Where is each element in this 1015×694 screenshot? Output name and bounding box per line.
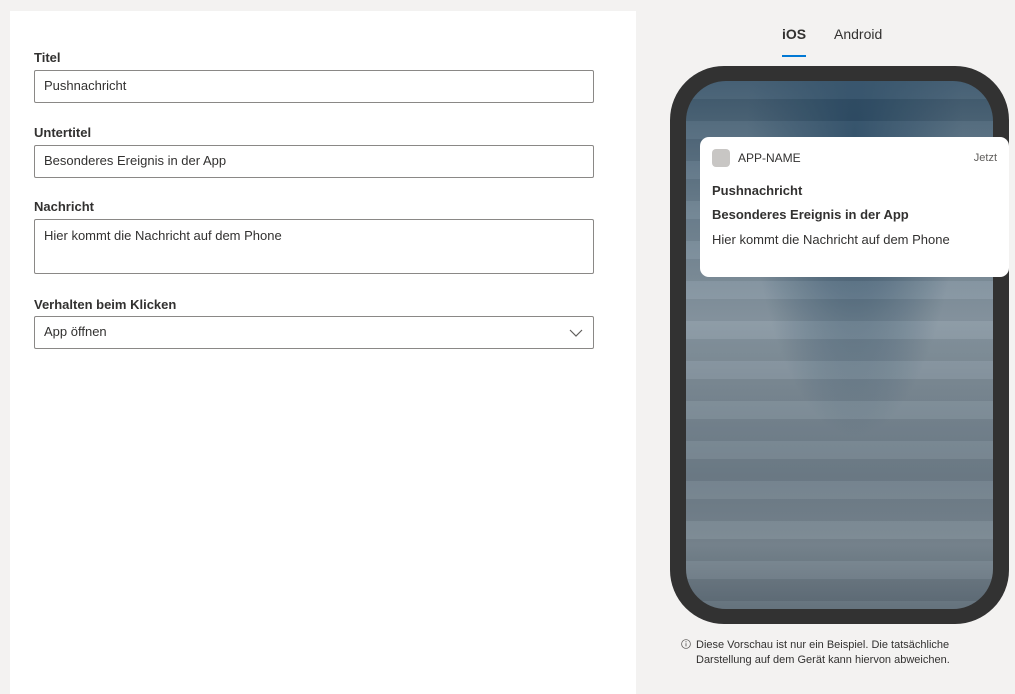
tab-android[interactable]: Android <box>834 26 882 42</box>
tab-ios[interactable]: iOS <box>782 26 806 42</box>
subtitle-label: Untertitel <box>34 125 92 140</box>
title-input[interactable]: Pushnachricht <box>34 70 594 103</box>
notification-app-name: APP-NAME <box>738 151 801 165</box>
chevron-down-icon <box>569 329 583 337</box>
message-textarea[interactable]: Hier kommt die Nachricht auf dem Phone <box>34 219 594 274</box>
click-behavior-value: App öffnen <box>44 324 107 339</box>
subtitle-input[interactable]: Besonderes Ereignis in der App <box>34 145 594 178</box>
notification-card: APP-NAME Jetzt Pushnachricht Besonderes … <box>700 137 1009 277</box>
notification-title: Pushnachricht <box>712 183 803 198</box>
form-panel <box>10 11 636 694</box>
tab-selected-indicator <box>782 55 806 57</box>
disclaimer-text: Diese Vorschau ist nur ein Beispiel. Die… <box>696 639 950 666</box>
click-behavior-dropdown[interactable]: App öffnen <box>34 316 594 349</box>
notification-time: Jetzt <box>973 152 997 164</box>
message-label: Nachricht <box>34 199 94 214</box>
notification-subtitle: Besonderes Ereignis in der App <box>712 207 909 222</box>
info-icon <box>681 639 691 649</box>
app-icon <box>712 149 730 167</box>
preview-disclaimer: Diese Vorschau ist nur ein Beispiel. Die… <box>681 638 976 668</box>
click-behavior-label: Verhalten beim Klicken <box>34 297 177 312</box>
notification-body: Hier kommt die Nachricht auf dem Phone <box>712 232 950 247</box>
title-label: Titel <box>34 50 61 65</box>
